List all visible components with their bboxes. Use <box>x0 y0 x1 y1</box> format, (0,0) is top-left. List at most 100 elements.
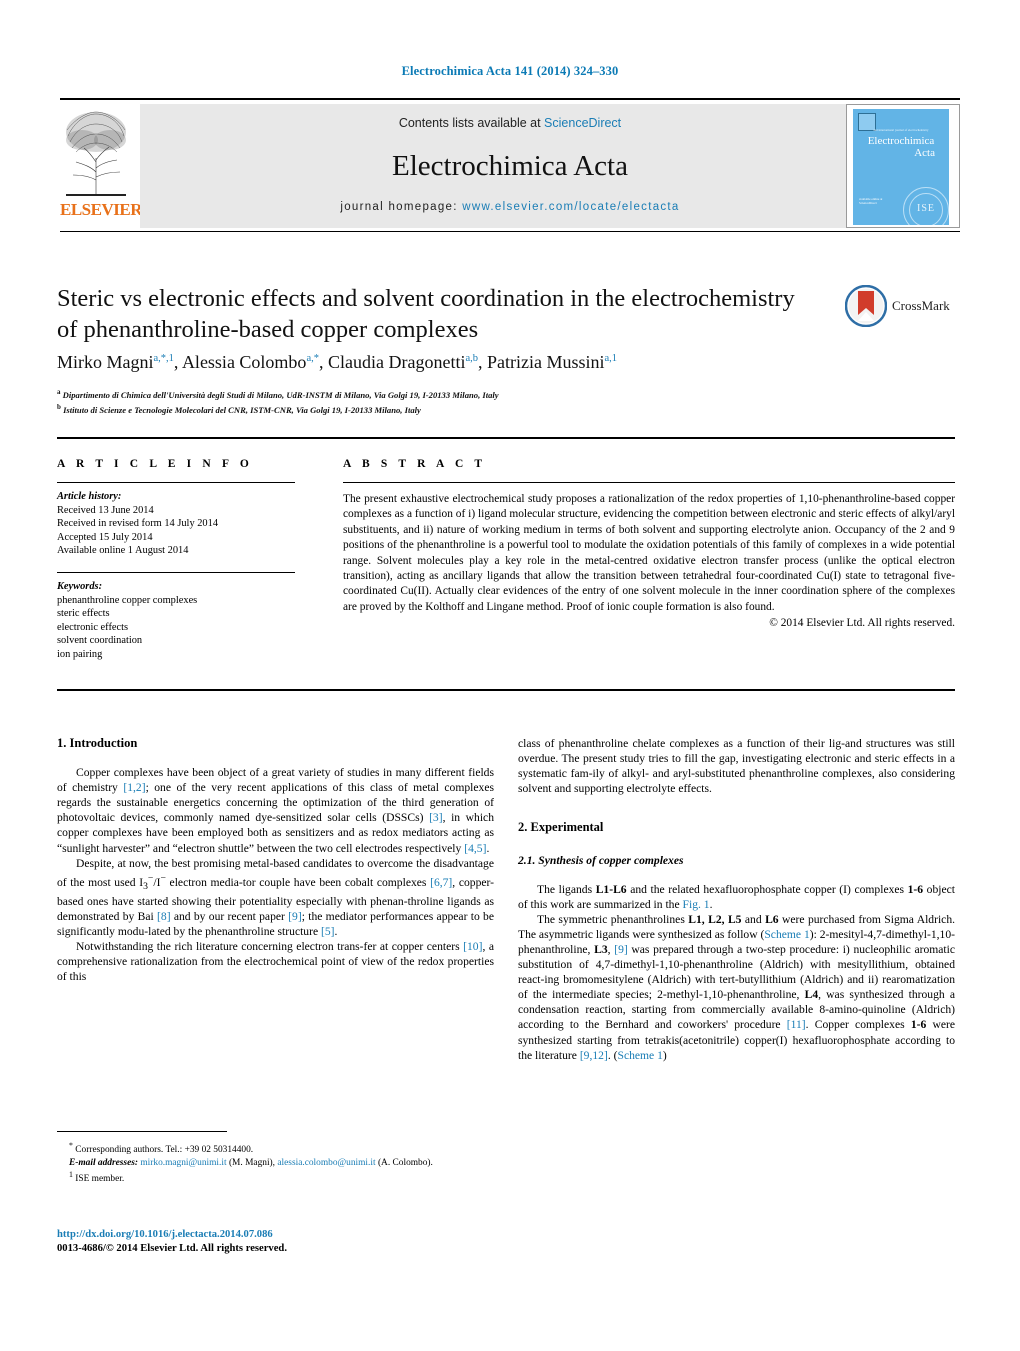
citation-link[interactable]: [3] <box>429 811 443 824</box>
citation-link[interactable]: [6,7] <box>430 876 452 889</box>
author-name[interactable]: Alessia Colombo <box>182 352 307 372</box>
author-name[interactable]: Patrizia Mussini <box>487 352 605 372</box>
info-divider <box>57 482 295 483</box>
affiliations: a Dipartimento di Chimica dell'Universit… <box>57 386 797 416</box>
author-marks: a,* <box>306 353 319 364</box>
elsevier-tree-icon <box>62 106 130 198</box>
text-run: electron media-tor couple have been coba… <box>165 875 431 889</box>
corresponding-author-note: * Corresponding authors. Tel.: +39 02 50… <box>57 1140 494 1157</box>
citation-link[interactable]: [9] <box>614 943 628 956</box>
footnote-text: Corresponding authors. Tel.: +39 02 5031… <box>75 1145 254 1156</box>
cover-society-mark: ISE <box>917 203 935 214</box>
author-marks: a,*,1 <box>153 353 174 364</box>
affiliation-text: Dipartimento di Chimica dell'Università … <box>62 389 499 400</box>
cover-art: and international journal of electrochem… <box>853 109 949 225</box>
author-list: Mirko Magnia,*,1, Alessia Colomboa,*, Cl… <box>57 352 618 372</box>
body-top-rule <box>57 689 955 691</box>
header-top-rule <box>60 98 960 100</box>
article-info-heading: A R T I C L E I N F O <box>57 458 253 470</box>
ligand-label: L1-L6 <box>595 882 627 896</box>
email-owner: (M. Magni), <box>228 1157 276 1168</box>
history-item: Available online 1 August 2014 <box>57 545 189 557</box>
synthesis-paragraph-1: The ligands L1-L6 and the related hexafl… <box>518 882 955 912</box>
section-heading-introduction: 1. Introduction <box>57 736 138 750</box>
sciencedirect-link[interactable]: ScienceDirect <box>544 116 621 130</box>
synthesis-paragraph-2: The symmetric phenanthrolines L1, L2, L5… <box>518 912 955 1063</box>
abstract-copyright: © 2014 Elsevier Ltd. All rights reserved… <box>769 617 955 630</box>
citation-link[interactable]: [9] <box>288 910 302 923</box>
scheme-link[interactable]: Scheme 1 <box>764 928 809 941</box>
footnote-text: ISE member. <box>75 1174 125 1185</box>
ligand-label: L6 <box>765 912 779 926</box>
intro-paragraph-3: Notwithstanding the rich literature conc… <box>57 939 494 984</box>
complex-label: 1-6 <box>907 882 924 896</box>
running-head: Electrochimica Acta 141 (2014) 324–330 <box>401 64 619 78</box>
paper-page: Electrochimica Acta 141 (2014) 324–330 E… <box>0 0 1020 1351</box>
email-link[interactable]: alessia.colombo@unimi.it <box>277 1158 375 1168</box>
citation-link[interactable]: [8] <box>157 910 171 923</box>
history-item: Accepted 15 July 2014 <box>57 531 153 543</box>
author-name[interactable]: Mirko Magni <box>57 352 154 372</box>
doi-link[interactable]: http://dx.doi.org/10.1016/j.electacta.20… <box>57 1228 494 1242</box>
keyword-item: electronic effects <box>57 621 129 633</box>
cover-corner-note: available online at ScienceDirect <box>859 197 883 205</box>
text-run: . <box>486 841 490 855</box>
affiliation-mark: a <box>57 388 61 396</box>
citation-link[interactable]: [9,12] <box>580 1049 608 1062</box>
citation-link[interactable]: [1,2] <box>123 781 145 794</box>
doi-block: http://dx.doi.org/10.1016/j.electacta.20… <box>57 1228 494 1256</box>
text-run: The symmetric phenanthrolines <box>537 912 689 926</box>
citation-link[interactable]: [11] <box>787 1018 806 1031</box>
keyword-item: ion pairing <box>57 648 103 660</box>
history-item: Received in revised form 14 July 2014 <box>57 518 219 530</box>
cover-title-line1: Electrochimica <box>867 135 935 147</box>
email-link[interactable]: mirko.magni@unimi.it <box>140 1158 226 1168</box>
keyword-item: phenanthroline copper complexes <box>57 594 198 606</box>
affiliation-text: Istituto di Scienze e Tecnologie Molecol… <box>63 404 421 415</box>
citation-link[interactable]: [4,5] <box>464 842 486 855</box>
header-band: Contents lists available at ScienceDirec… <box>140 104 880 228</box>
figure-link[interactable]: Fig. 1 <box>683 898 710 911</box>
keywords-block: Keywords: phenanthroline copper complexe… <box>57 580 319 662</box>
citation-link[interactable]: [10] <box>463 940 482 953</box>
intro-paragraph-1: Copper complexes have been object of a g… <box>57 765 494 856</box>
contents-line: Contents lists available at ScienceDirec… <box>140 116 880 130</box>
footnote-mark: 1 <box>69 1169 73 1179</box>
keywords-label: Keywords: <box>57 580 103 592</box>
abstract-text: The present exhaustive electrochemical s… <box>343 493 955 613</box>
body-column-left: 1. Introduction Copper complexes have be… <box>57 736 494 985</box>
keyword-item: solvent coordination <box>57 635 143 647</box>
affiliation-mark: b <box>57 403 61 412</box>
email-label: E-mail addresses: <box>69 1157 139 1168</box>
abstract-heading: A B S T R A C T <box>343 458 487 470</box>
text-run: . <box>334 925 338 939</box>
email-owner: (A. Colombo). <box>377 1157 433 1168</box>
body-column-right: class of phenanthroline chelate complexe… <box>518 736 955 1063</box>
ligand-label: L4 <box>804 988 819 1002</box>
scheme-link[interactable]: Scheme 1 <box>618 1049 663 1062</box>
journal-cover-thumbnail: and international journal of electrochem… <box>846 104 960 228</box>
text-run: Notwithstanding the rich literature conc… <box>76 940 464 954</box>
text-run: . ( <box>607 1048 618 1062</box>
complex-label: 1-6 <box>910 1018 927 1032</box>
cover-tagline: and international journal of electrochem… <box>873 129 929 132</box>
footnote-mark: * <box>69 1141 73 1150</box>
ise-member-note: 1 ISE member. <box>57 1169 494 1186</box>
affiliation-row: a Dipartimento di Chimica dell'Universit… <box>57 386 797 401</box>
page-title: Steric vs electronic effects and solvent… <box>57 285 795 343</box>
info-top-rule <box>57 437 955 439</box>
journal-header: ELSEVIER Contents lists available at Sci… <box>60 104 960 228</box>
article-info-column: A R T I C L E I N F O Article history: R… <box>57 458 319 662</box>
crossmark-icon <box>844 284 888 328</box>
homepage-url[interactable]: www.elsevier.com/locate/electacta <box>462 201 679 213</box>
subsection-heading-synthesis: 2.1. Synthesis of copper complexes <box>518 854 684 868</box>
article-history: Article history: Received 13 June 2014 R… <box>57 490 319 558</box>
homepage-label: journal homepage: <box>340 201 458 213</box>
author-name[interactable]: Claudia Dragonetti <box>328 352 465 372</box>
intro-continuation-paragraph: class of phenanthroline chelate complexe… <box>518 737 955 796</box>
section-heading-experimental: 2. Experimental <box>518 820 604 835</box>
crossmark-badge[interactable]: CrossMark <box>844 284 955 331</box>
contents-prefix: Contents lists available at <box>398 116 545 130</box>
intro-paragraph-2: Despite, at now, the best promising meta… <box>57 856 494 940</box>
citation-link[interactable]: [5] <box>321 925 335 938</box>
